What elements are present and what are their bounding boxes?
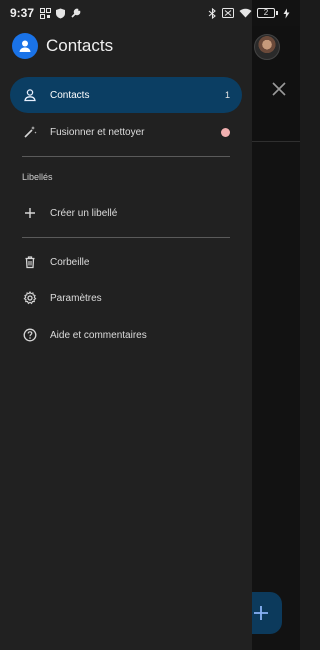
- background-divider: [252, 141, 300, 142]
- no-sim-icon: [222, 8, 234, 18]
- nav-item-trash[interactable]: Corbeille: [10, 244, 242, 280]
- close-icon[interactable]: [268, 78, 290, 100]
- charging-icon: [283, 8, 290, 18]
- create-label-button[interactable]: Créer un libellé: [10, 195, 242, 231]
- nav-item-help[interactable]: Aide et commentaires: [10, 317, 242, 353]
- notification-dot: [221, 127, 230, 137]
- app-title: Contacts: [46, 36, 114, 55]
- plus-icon: [22, 205, 38, 221]
- contacts-count: 1: [224, 90, 230, 100]
- navigation-drawer: Contacts Contacts 1 Fusionner et nettoye…: [0, 0, 252, 650]
- nav-item-label: Fusionner et nettoyer: [50, 126, 145, 138]
- nav-item-contacts[interactable]: Contacts 1: [10, 77, 242, 113]
- divider: [22, 156, 230, 157]
- status-time: 9:37: [10, 6, 35, 20]
- nav-item-label: Contacts: [50, 89, 90, 101]
- battery-indicator: 2: [257, 8, 278, 18]
- account-avatar[interactable]: [254, 34, 280, 60]
- labels-section-heading: Libellés: [22, 172, 53, 182]
- wifi-icon: [239, 8, 252, 18]
- gear-icon: [22, 290, 38, 306]
- help-icon: [22, 327, 38, 343]
- divider: [22, 237, 230, 238]
- person-icon: [22, 87, 38, 103]
- nav-item-merge-and-fix[interactable]: Fusionner et nettoyer: [10, 114, 242, 150]
- qr-icon: [40, 7, 52, 19]
- battery-level: 2: [257, 8, 275, 18]
- shield-icon: [56, 8, 66, 18]
- trash-icon: [22, 254, 38, 270]
- magic-wand-icon: [22, 124, 38, 140]
- wrench-icon: [71, 8, 81, 18]
- status-bar: 9:37 2: [0, 0, 300, 26]
- nav-item-label: Aide et commentaires: [50, 329, 147, 341]
- bluetooth-icon: [208, 7, 216, 19]
- plus-icon: [254, 606, 268, 620]
- contacts-logo-icon: [12, 33, 38, 59]
- nav-item-settings[interactable]: Paramètres: [10, 280, 242, 316]
- create-label-text: Créer un libellé: [50, 207, 118, 219]
- nav-item-label: Paramètres: [50, 292, 102, 304]
- nav-item-label: Corbeille: [50, 256, 90, 268]
- drawer-header: Contacts: [12, 33, 113, 59]
